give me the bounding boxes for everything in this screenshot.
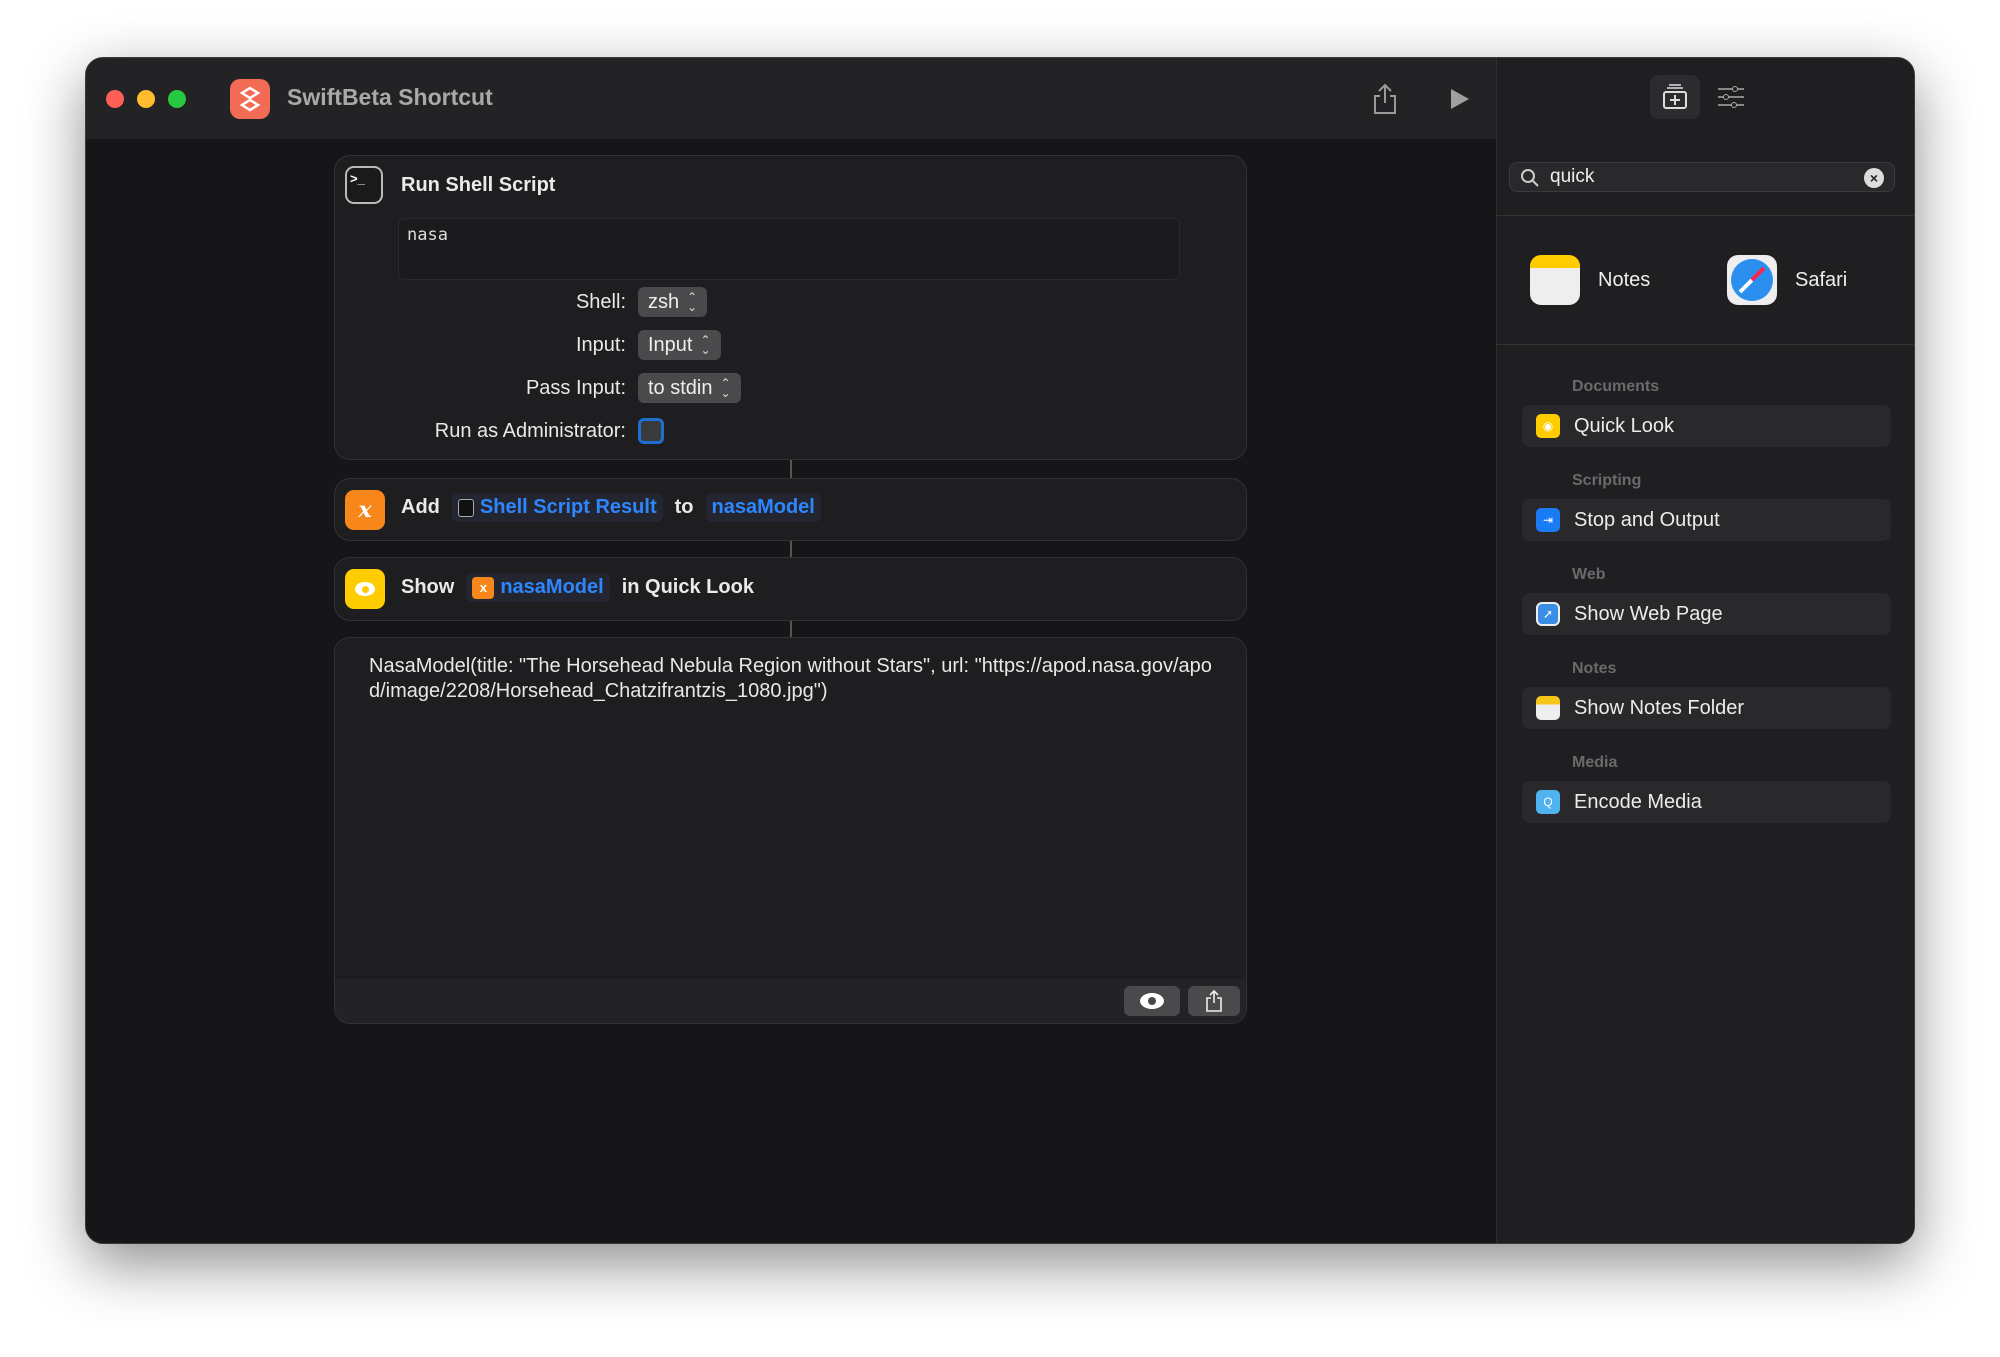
play-icon	[1451, 89, 1469, 109]
zoom-button[interactable]	[168, 90, 186, 108]
section-header-notes: Notes	[1572, 660, 1617, 677]
terminal-icon	[457, 498, 474, 517]
close-button[interactable]	[106, 90, 124, 108]
quicktime-icon: Q	[1536, 790, 1560, 814]
pass-input-label: Pass Input:	[525, 377, 626, 399]
clear-search-icon[interactable]: ×	[1864, 168, 1884, 188]
action-label: Quick Look	[1574, 414, 1675, 437]
terminal-icon: >_	[345, 166, 383, 204]
input-label: Input:	[575, 334, 626, 356]
admin-checkbox[interactable]	[638, 418, 664, 444]
section-header-media: Media	[1572, 754, 1618, 771]
shell-popup[interactable]: zsh ⌃ ⌄	[638, 287, 708, 317]
search-icon	[1521, 169, 1539, 187]
share-button[interactable]	[1366, 80, 1404, 118]
share-result-button[interactable]	[1188, 986, 1240, 1016]
notes-app-icon	[1530, 255, 1580, 305]
action-title: Run Shell Script	[401, 174, 556, 196]
exit-icon: ⇥	[1536, 508, 1560, 532]
shortcut-icon[interactable]	[230, 79, 270, 119]
eye-icon: ◉	[1536, 414, 1560, 438]
safari-icon: ➚	[1536, 602, 1560, 626]
divider	[1497, 215, 1914, 216]
nasamodel-token[interactable]: x nasaModel	[466, 573, 610, 602]
window-title: SwiftBeta Shortcut	[287, 84, 493, 110]
section-header-scripting: Scripting	[1572, 472, 1642, 489]
variable-icon: x	[472, 576, 495, 599]
action-show-web-page[interactable]: ➚ Show Web Page	[1522, 593, 1891, 635]
variable-icon: x	[345, 490, 385, 530]
eye-icon	[345, 569, 385, 609]
add-verb: Add	[401, 496, 440, 518]
action-label: Show Web Page	[1574, 602, 1723, 625]
chevron-updown-icon: ⌃ ⌄	[687, 290, 698, 314]
action-label: Encode Media	[1574, 790, 1702, 813]
connector	[790, 621, 792, 637]
show-suffix: in Quick Look	[621, 576, 754, 598]
show-verb: Show	[401, 576, 455, 598]
action-stop-and-output[interactable]: ⇥ Stop and Output	[1522, 499, 1891, 541]
add-to-variable-action[interactable]: x Add Shell Script Result to nasaModel	[334, 478, 1247, 541]
input-value: Input	[648, 333, 693, 356]
app-label: Safari	[1795, 268, 1848, 291]
notes-icon	[1536, 696, 1560, 720]
search-field[interactable]: quick ×	[1509, 162, 1895, 192]
to-connector: to	[674, 496, 694, 518]
nasamodel-token[interactable]: nasaModel	[705, 493, 821, 522]
action-library-sidebar: quick × Notes Safari Documents ◉ Quick Lo…	[1496, 58, 1914, 1243]
share-icon	[1206, 990, 1222, 1012]
action-quick-look[interactable]: ◉ Quick Look	[1522, 405, 1891, 447]
section-header-documents: Documents	[1572, 378, 1660, 395]
divider	[1497, 344, 1914, 345]
action-show-notes-folder[interactable]: Show Notes Folder	[1522, 687, 1891, 729]
run-button[interactable]	[1441, 80, 1479, 118]
pass-input-popup[interactable]: to stdin ⌃ ⌄	[638, 373, 741, 403]
chevron-updown-icon: ⌃ ⌄	[720, 376, 731, 400]
chevron-updown-icon: ⌃ ⌄	[700, 333, 711, 357]
admin-label: Run as Administrator:	[434, 420, 626, 442]
connector	[790, 460, 792, 478]
minimize-button[interactable]	[137, 90, 155, 108]
input-popup[interactable]: Input ⌃ ⌄	[638, 330, 721, 360]
app-safari[interactable]: Safari	[1727, 255, 1847, 305]
result-text: NasaModel(title: "The Horsehead Nebula R…	[369, 655, 1212, 702]
action-label: Stop and Output	[1574, 508, 1720, 531]
eye-icon	[1140, 993, 1164, 1009]
shortcuts-window: SwiftBeta Shortcut >_ Run Shell Script n…	[85, 57, 1915, 1244]
sliders-icon	[1718, 86, 1744, 108]
quick-look-button[interactable]	[1124, 986, 1180, 1016]
quick-look-result: NasaModel(title: "The Horsehead Nebula R…	[334, 637, 1247, 1024]
shell-script-result-token[interactable]: Shell Script Result	[451, 493, 663, 522]
script-editor[interactable]: nasa	[398, 218, 1180, 280]
settings-button[interactable]	[1714, 80, 1748, 114]
action-library-button[interactable]	[1650, 75, 1700, 119]
connector	[790, 541, 792, 557]
section-header-web: Web	[1572, 566, 1606, 583]
app-label: Notes	[1598, 268, 1651, 291]
run-shell-script-action[interactable]: >_ Run Shell Script nasa Shell: zsh ⌃ ⌄ In…	[334, 155, 1247, 460]
safari-app-icon	[1727, 255, 1777, 305]
pass-input-value: to stdin	[648, 376, 713, 399]
share-icon	[1374, 83, 1396, 114]
shell-value: zsh	[648, 290, 680, 313]
shell-label: Shell:	[575, 291, 626, 313]
token-label: nasaModel	[500, 576, 604, 598]
search-input[interactable]: quick	[1550, 166, 1594, 188]
result-footer	[335, 979, 1246, 1023]
action-encode-media[interactable]: Q Encode Media	[1522, 781, 1891, 823]
title-bar: SwiftBeta Shortcut	[86, 58, 1496, 139]
add-action-icon	[1663, 84, 1687, 109]
app-notes[interactable]: Notes	[1530, 255, 1650, 305]
action-label: Show Notes Folder	[1574, 696, 1745, 719]
quick-look-action[interactable]: Show x nasaModel in Quick Look	[334, 557, 1247, 621]
token-label: Shell Script Result	[479, 496, 657, 518]
